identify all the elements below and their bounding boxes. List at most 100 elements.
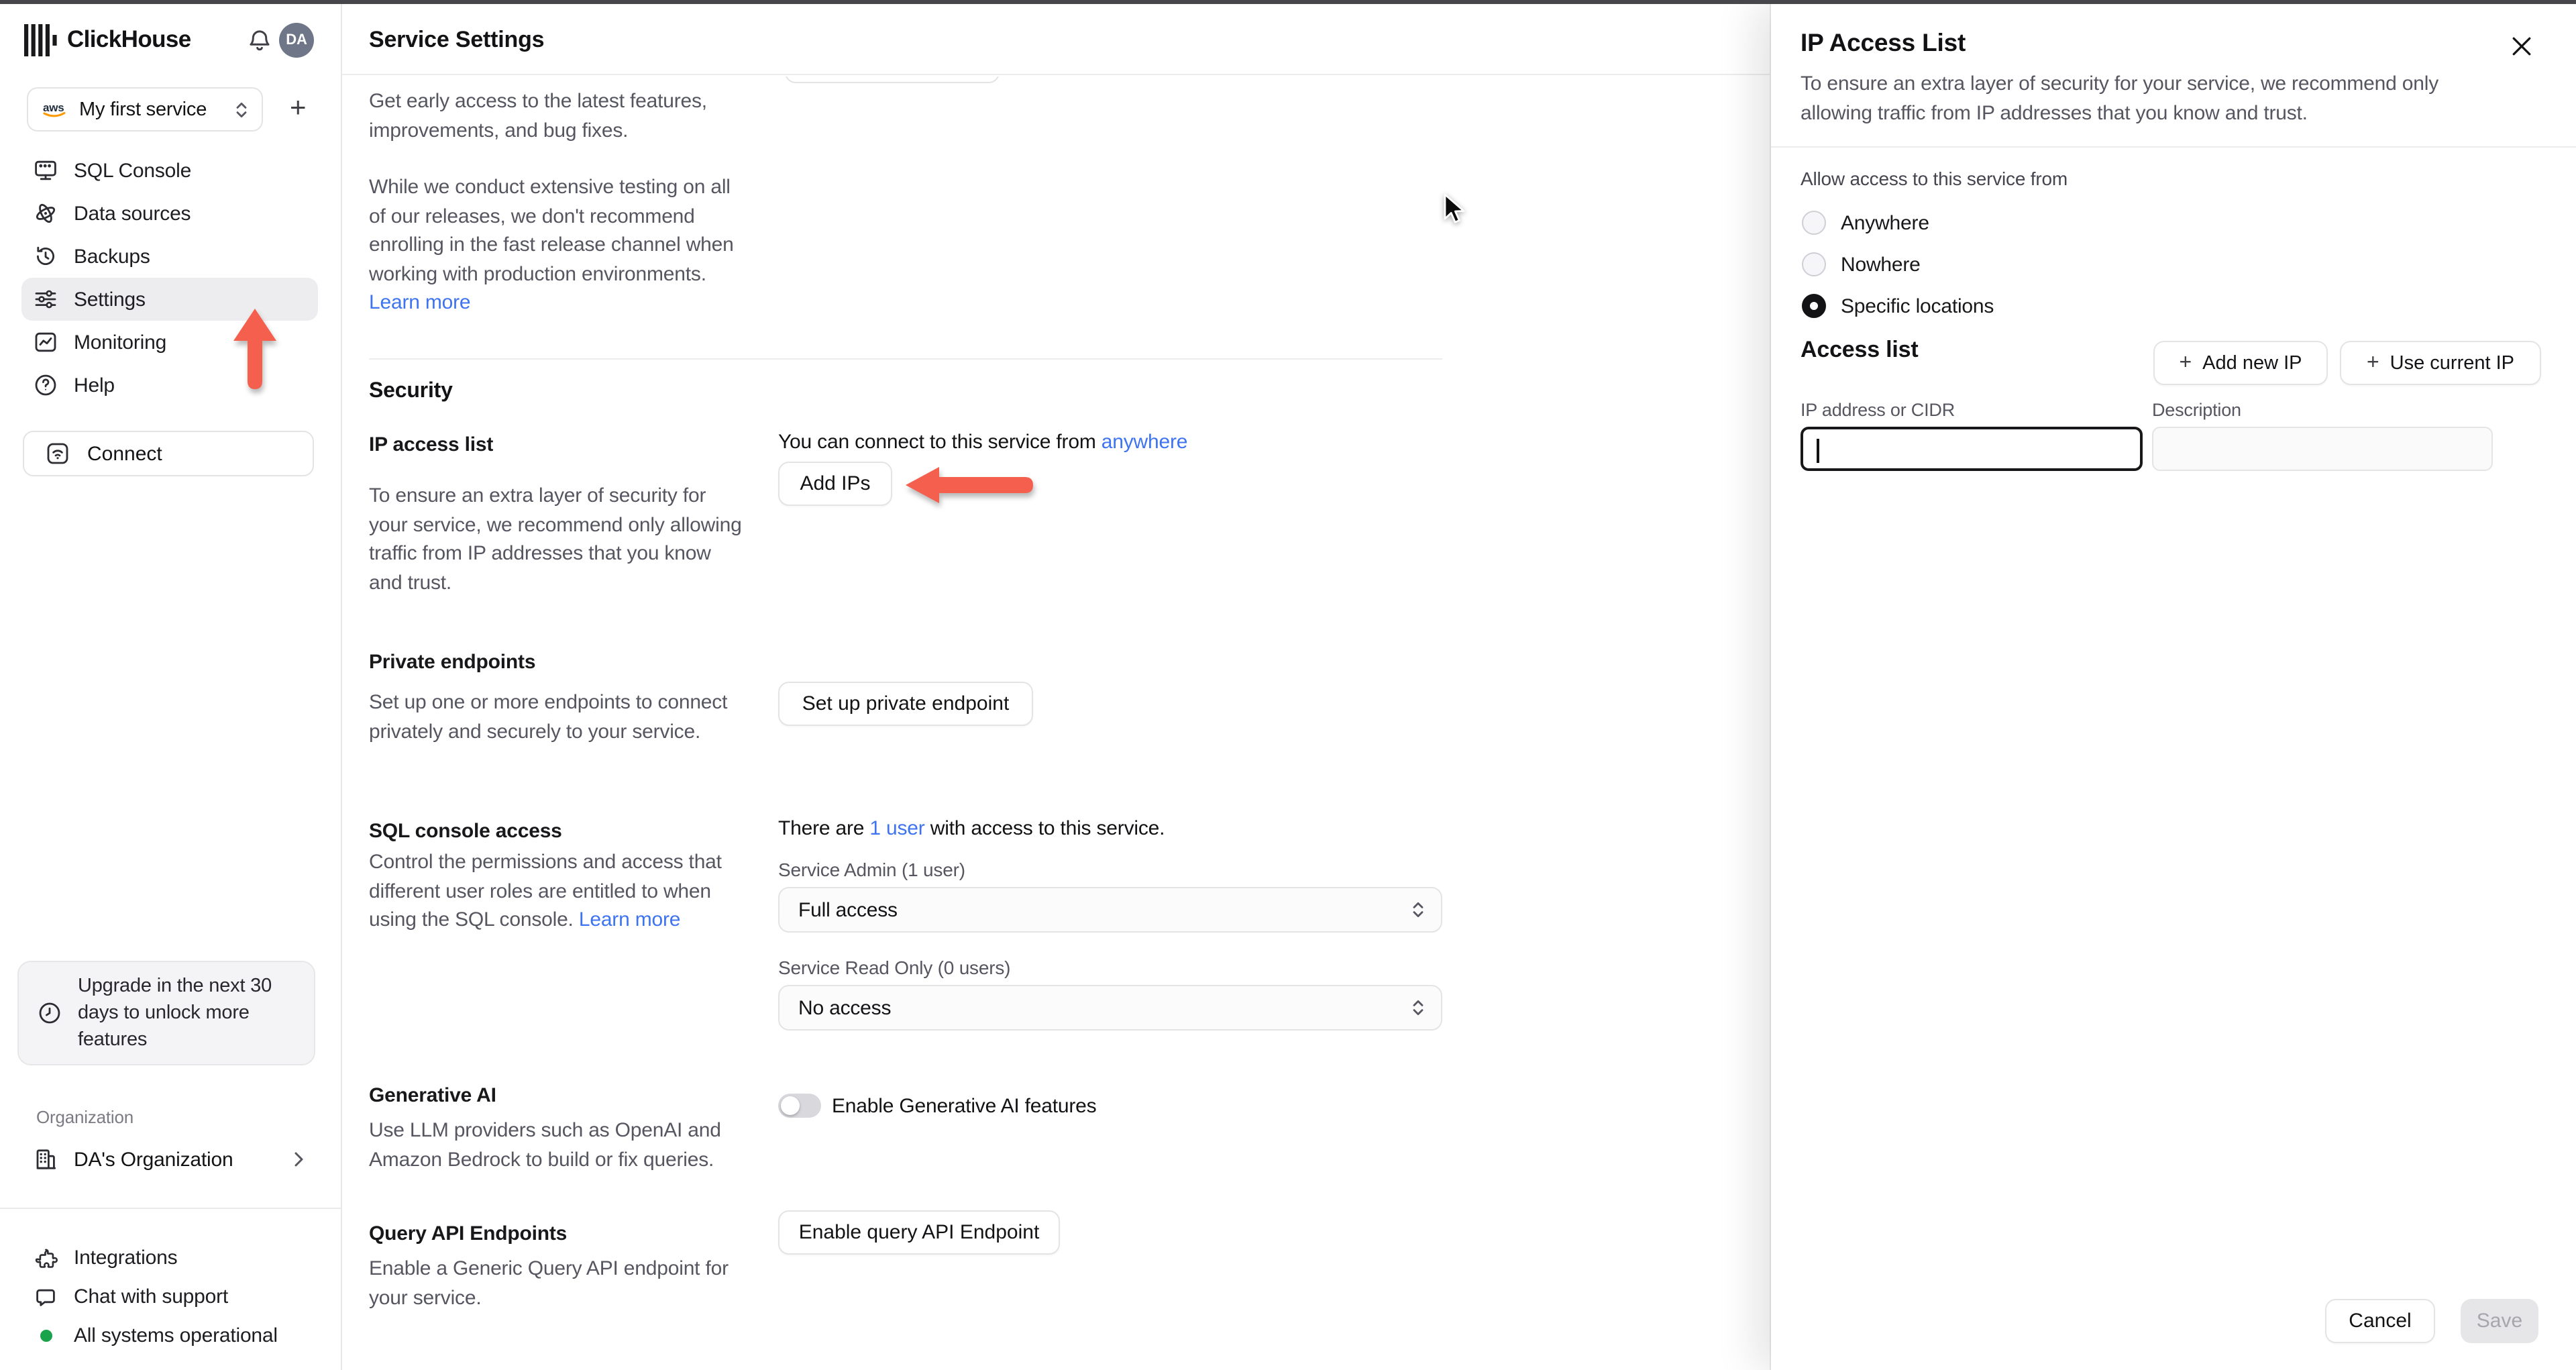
release-channel-paragraph-1: Get early access to the latest features,… [369, 90, 707, 142]
service-selector-label: My first service [79, 99, 207, 120]
chevron-right-icon [294, 1151, 305, 1167]
connect-button[interactable]: Connect [23, 431, 314, 476]
add-new-ip-button[interactable]: + Add new IP [2153, 341, 2328, 385]
notifications-bell-icon[interactable] [247, 28, 272, 54]
sidebar-item-sql-console[interactable]: SQL Console [21, 149, 318, 192]
allow-access-label: Allow access to this service from [1801, 168, 2068, 189]
sidebar-item-integrations[interactable]: Integrations [21, 1239, 318, 1277]
annotation-arrow-left [903, 464, 1037, 506]
organization-section-label: Organization [36, 1107, 134, 1127]
generative-ai-toggle-label: Enable Generative AI features [832, 1095, 1097, 1118]
clickhouse-logo-icon [24, 23, 59, 58]
sidebar-item-label: Integrations [74, 1247, 178, 1269]
sidebar-item-backups[interactable]: Backups [21, 235, 318, 278]
radio-label: Anywhere [1841, 211, 1929, 234]
help-icon [34, 373, 58, 397]
learn-more-link[interactable]: Learn more [369, 291, 471, 314]
window-top-edge [0, 0, 2576, 4]
save-button[interactable]: Save [2461, 1299, 2538, 1343]
generative-ai-toggle[interactable] [778, 1094, 821, 1118]
sidebar-item-label: Settings [74, 288, 146, 311]
system-status[interactable]: All systems operational [21, 1316, 318, 1355]
service-selector[interactable]: aws My first service [27, 87, 263, 131]
drawer-description: To ensure an extra layer of security for… [1801, 72, 2439, 124]
generative-ai-description: Use LLM providers such as OpenAI and Ama… [369, 1119, 721, 1171]
anywhere-link[interactable]: anywhere [1102, 431, 1188, 454]
select-value: No access [798, 996, 892, 1019]
enable-query-api-button[interactable]: Enable query API Endpoint [778, 1210, 1060, 1255]
section-divider [369, 358, 1442, 360]
page-title: Service Settings [369, 27, 545, 52]
description-input[interactable] [2152, 427, 2493, 471]
status-ok-dot [40, 1330, 52, 1342]
ip-access-list-heading: IP access list [369, 433, 494, 456]
sidebar-item-data-sources[interactable]: Data sources [21, 192, 318, 235]
cancel-button[interactable]: Cancel [2325, 1299, 2435, 1343]
chevron-updown-icon [1411, 900, 1425, 919]
release-channel-paragraph-2: While we conduct extensive testing on al… [369, 173, 749, 317]
button-label: Add new IP [2202, 352, 2302, 374]
brand-name: ClickHouse [67, 25, 191, 52]
ip-cidr-input[interactable] [1801, 427, 2143, 471]
organization-switcher[interactable]: DA's Organization [21, 1138, 318, 1181]
annotation-arrow-up [229, 306, 280, 394]
private-endpoints-description: Set up one or more endpoints to connect … [369, 691, 728, 743]
chevron-updown-icon [235, 100, 248, 119]
button-label: Use current IP [2390, 352, 2514, 374]
service-admin-label: Service Admin (1 user) [778, 859, 965, 880]
security-section-heading: Security [369, 380, 453, 403]
drawer-divider [1771, 146, 2576, 148]
sidebar-item-label: Data sources [74, 202, 191, 225]
radio-label: Specific locations [1841, 295, 1994, 317]
status-text: There are [778, 817, 870, 840]
radio-nowhere[interactable]: Nowhere [1802, 247, 1921, 282]
add-service-button[interactable]: + [290, 93, 307, 125]
private-endpoints-heading: Private endpoints [369, 651, 536, 674]
use-current-ip-button[interactable]: + Use current IP [2340, 341, 2541, 385]
ip-access-list-drawer: IP Access List To ensure an extra layer … [1771, 4, 2576, 1370]
connect-from-status: You can connect to this service from any… [778, 431, 1187, 454]
chevron-updown-icon [1411, 998, 1425, 1017]
ip-cidr-input-label: IP address or CIDR [1801, 400, 1955, 420]
status-text: You can connect to this service from [778, 431, 1102, 454]
status-label: All systems operational [74, 1324, 278, 1347]
connect-button-label: Connect [87, 442, 162, 465]
status-text: with access to this service. [924, 817, 1165, 840]
add-ips-button[interactable]: Add IPs [778, 462, 892, 506]
radio-circle-icon [1802, 211, 1826, 235]
svg-text:aws: aws [43, 101, 64, 114]
app-window: ClickHouse DA aws My first service + SQL… [0, 0, 2576, 1370]
user-avatar[interactable]: DA [279, 23, 314, 58]
sql-console-description: Control the permissions and access that … [369, 848, 749, 935]
close-icon[interactable] [2512, 36, 2532, 56]
upgrade-notice[interactable]: Upgrade in the next 30 days to unlock mo… [17, 961, 315, 1065]
radio-specific-locations[interactable]: Specific locations [1802, 288, 1994, 323]
sql-console-users-status: There are 1 user with access to this ser… [778, 817, 1165, 840]
service-admin-select[interactable]: Full access [778, 887, 1442, 933]
generative-ai-heading: Generative AI [369, 1084, 496, 1107]
ip-access-description: To ensure an extra layer of security for… [369, 484, 742, 594]
plus-icon: + [2366, 351, 2379, 374]
setup-private-endpoint-button[interactable]: Set up private endpoint [778, 682, 1033, 726]
query-api-description: Enable a Generic Query API endpoint for … [369, 1257, 729, 1309]
paragraph-text: While we conduct extensive testing on al… [369, 176, 734, 285]
sidebar-item-label: Backups [74, 245, 150, 268]
sidebar-item-chat-support[interactable]: Chat with support [21, 1277, 318, 1316]
drawer-title: IP Access List [1801, 28, 1966, 56]
learn-more-link[interactable]: Learn more [579, 908, 681, 931]
release-channel-select-partial[interactable] [785, 76, 1000, 83]
service-readonly-select[interactable]: No access [778, 985, 1442, 1031]
connect-icon [46, 441, 70, 466]
radio-selected-icon [1802, 294, 1826, 318]
one-user-link[interactable]: 1 user [869, 817, 924, 840]
sidebar: ClickHouse DA aws My first service + SQL… [0, 4, 342, 1370]
radio-label: Nowhere [1841, 253, 1921, 276]
backups-history-icon [34, 244, 58, 268]
sidebar-item-label: SQL Console [74, 159, 192, 182]
access-list-heading: Access list [1801, 337, 1919, 362]
toggle-knob [781, 1096, 800, 1115]
service-readonly-label: Service Read Only (0 users) [778, 957, 1011, 978]
radio-anywhere[interactable]: Anywhere [1802, 205, 1929, 240]
chat-bubble-icon [34, 1285, 58, 1309]
plus-icon: + [2179, 351, 2192, 374]
